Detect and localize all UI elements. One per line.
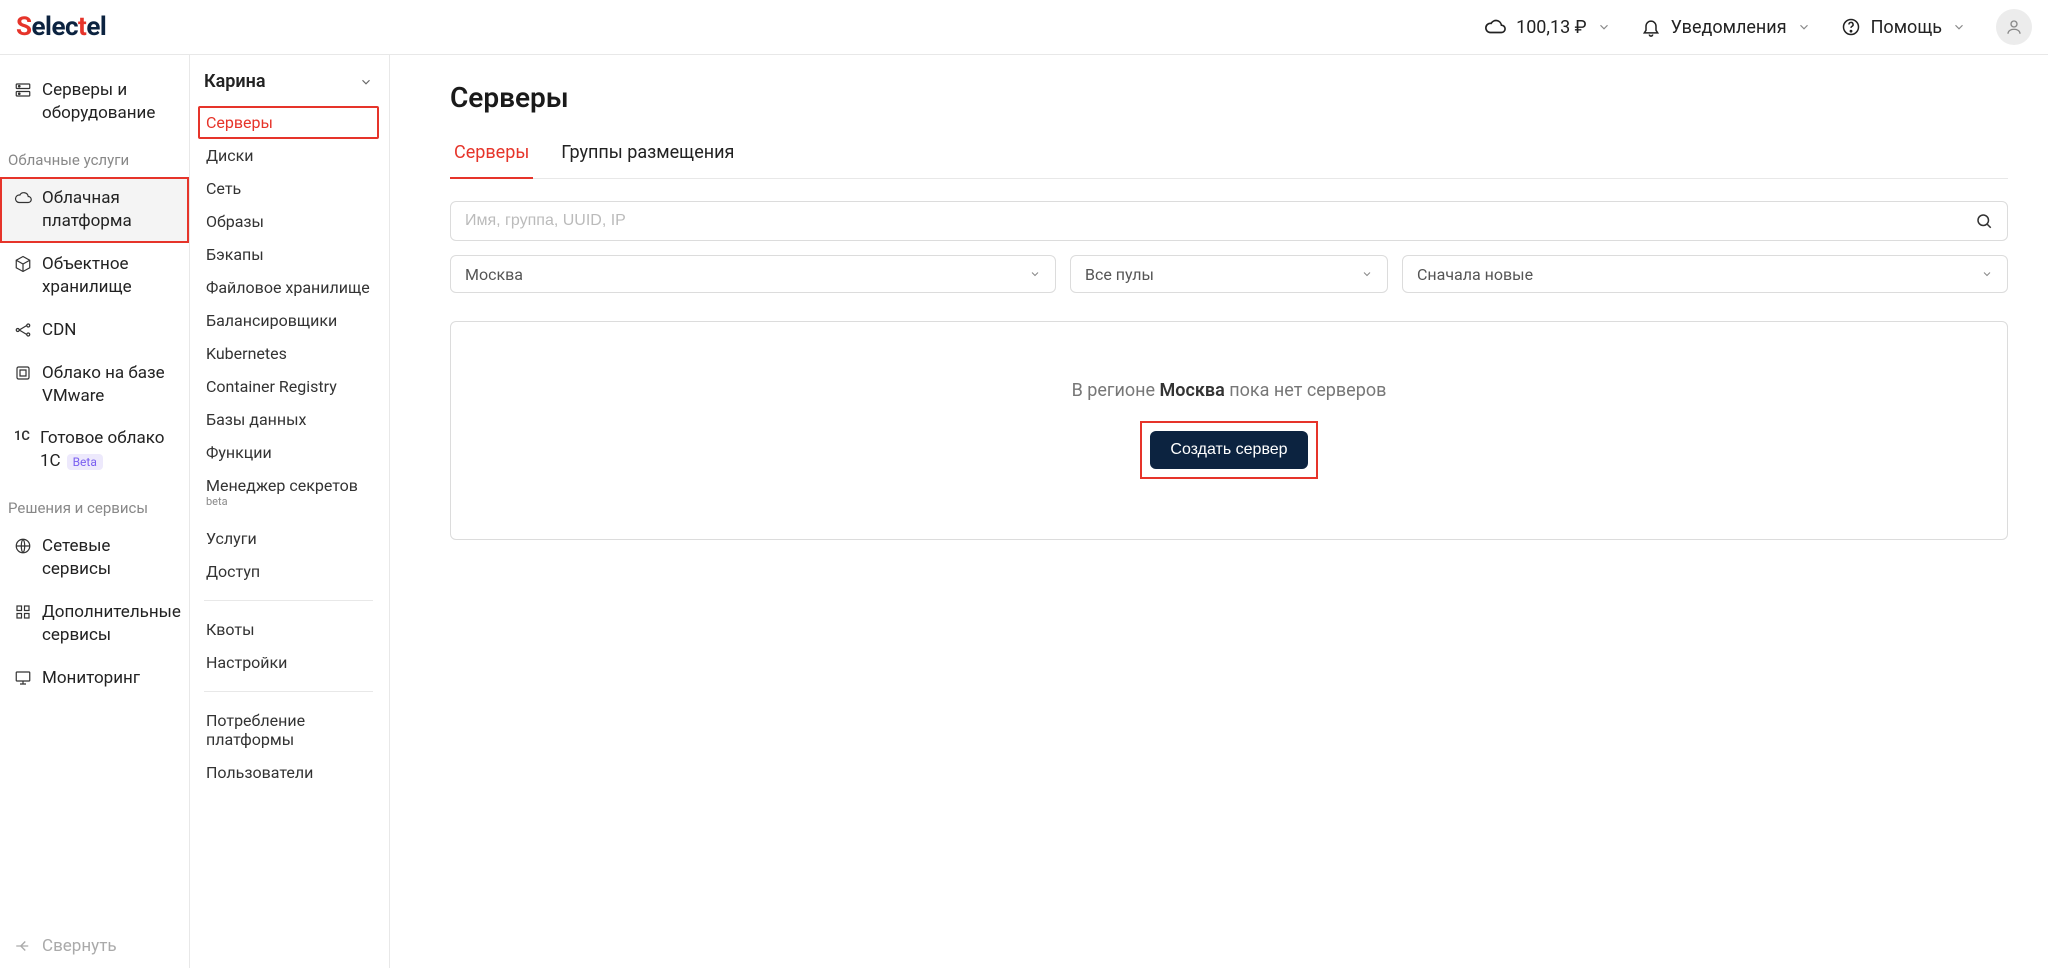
sidebar-item-network-services[interactable]: Сетевые сервисы [0, 525, 189, 591]
sidebar-item-monitoring[interactable]: Мониторинг [0, 657, 189, 700]
balance-value: 100,13 ₽ [1516, 17, 1587, 38]
sidebar-item-cloud-platform[interactable]: Облачная платформа [0, 177, 189, 243]
subnav-quotas[interactable]: Квоты [198, 613, 379, 646]
sidebar-item-1c[interactable]: 1C Готовое облако 1СBeta [0, 417, 189, 483]
sidebar-item-servers[interactable]: Серверы и оборудование [0, 69, 189, 135]
subnav-access[interactable]: Доступ [198, 555, 379, 588]
filters-row: Москва Все пулы Сначала новые [450, 255, 2008, 293]
sidebar-collapse[interactable]: Свернуть [0, 925, 189, 968]
subnav-secrets[interactable]: Менеджер секретов beta [198, 469, 379, 522]
subnav-settings[interactable]: Настройки [198, 646, 379, 679]
search-input[interactable] [465, 212, 1975, 230]
filter-region[interactable]: Москва [450, 255, 1056, 293]
chevron-down-icon [1029, 268, 1041, 280]
chevron-down-icon [359, 75, 373, 89]
sidebar-item-extra-services[interactable]: Дополнительные сервисы [0, 591, 189, 657]
create-button-highlight: Создать сервер [1140, 421, 1317, 479]
subnav-disks[interactable]: Диски [198, 139, 379, 172]
tabs: Серверы Группы размещения [450, 142, 2008, 179]
tab-servers[interactable]: Серверы [450, 142, 533, 179]
user-icon [2005, 18, 2023, 36]
primary-sidebar: Серверы и оборудование Облачные услуги О… [0, 55, 190, 968]
subnav-images[interactable]: Образы [198, 205, 379, 238]
search-row [450, 201, 2008, 241]
help-label: Помощь [1871, 17, 1942, 38]
balance-dropdown[interactable]: 100,13 ₽ [1484, 16, 1611, 38]
subnav-servers[interactable]: Серверы [198, 106, 379, 139]
secondary-sidebar: Карина Серверы Диски Сеть Образы Бэкапы … [190, 55, 390, 968]
divider [204, 600, 373, 601]
subnav-registry[interactable]: Container Registry [198, 370, 379, 403]
empty-state: В регионе Москва пока нет серверов Созда… [450, 321, 2008, 540]
header: Selectel 100,13 ₽ Уведомления Помощь [0, 0, 2048, 55]
arrow-left-icon [14, 937, 32, 955]
notifications-dropdown[interactable]: Уведомления [1641, 17, 1811, 38]
help-dropdown[interactable]: Помощь [1841, 17, 1966, 38]
subnav-consumption[interactable]: Потребление платформы [198, 704, 379, 756]
search-icon[interactable] [1975, 212, 1993, 230]
main-content: Серверы Серверы Группы размещения Москва… [390, 55, 2048, 968]
one-c-icon: 1C [14, 429, 30, 444]
chevron-down-icon [1361, 268, 1373, 280]
subnav-functions[interactable]: Функции [198, 436, 379, 469]
bell-icon [1641, 17, 1661, 37]
empty-text: В регионе Москва пока нет серверов [471, 380, 1987, 401]
help-icon [1841, 17, 1861, 37]
create-server-button[interactable]: Создать сервер [1150, 431, 1307, 469]
filter-sort[interactable]: Сначала новые [1402, 255, 2008, 293]
subnav-backups[interactable]: Бэкапы [198, 238, 379, 271]
subnav-databases[interactable]: Базы данных [198, 403, 379, 436]
subnav-kubernetes[interactable]: Kubernetes [198, 337, 379, 370]
notifications-label: Уведомления [1671, 17, 1787, 38]
subnav-users[interactable]: Пользователи [198, 756, 379, 789]
chevron-down-icon [1952, 20, 1966, 34]
server-icon [14, 81, 32, 99]
page-title: Серверы [450, 81, 2008, 114]
globe-icon [14, 537, 32, 555]
grid-icon [14, 603, 32, 621]
cloud-icon [14, 189, 32, 207]
network-icon [14, 321, 32, 339]
cloud-icon [1484, 16, 1506, 38]
filter-pool[interactable]: Все пулы [1070, 255, 1388, 293]
cube-icon [14, 255, 32, 273]
sidebar-section-cloud: Облачные услуги [0, 135, 189, 177]
sidebar-item-vmware[interactable]: Облако на базе VMware [0, 352, 189, 418]
layers-icon [14, 364, 32, 382]
subnav-network[interactable]: Сеть [198, 172, 379, 205]
chevron-down-icon [1597, 20, 1611, 34]
logo[interactable]: Selectel [16, 12, 106, 42]
divider [204, 691, 373, 692]
sidebar-section-solutions: Решения и сервисы [0, 483, 189, 525]
subnav-balancers[interactable]: Балансировщики [198, 304, 379, 337]
subnav-services[interactable]: Услуги [198, 522, 379, 555]
subnav-filestorage[interactable]: Файловое хранилище [198, 271, 379, 304]
chevron-down-icon [1797, 20, 1811, 34]
chevron-down-icon [1981, 268, 1993, 280]
tab-groups[interactable]: Группы размещения [557, 142, 738, 178]
project-name: Карина [204, 71, 266, 92]
monitor-icon [14, 669, 32, 687]
sidebar-item-cdn[interactable]: CDN [0, 309, 189, 352]
sidebar-item-object-storage[interactable]: Объектное хранилище [0, 243, 189, 309]
project-selector[interactable]: Карина [198, 71, 379, 106]
avatar[interactable] [1996, 9, 2032, 45]
